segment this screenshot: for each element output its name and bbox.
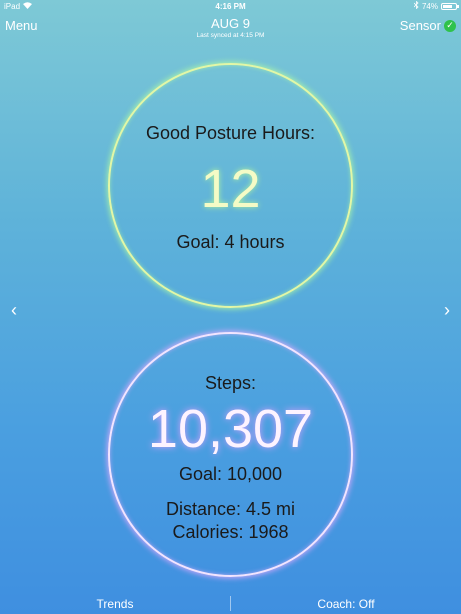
calories-text: Calories: 1968 bbox=[172, 521, 289, 542]
tab-trends[interactable]: Trends bbox=[0, 593, 230, 614]
tab-coach[interactable]: Coach: Off bbox=[231, 593, 461, 614]
steps-circle[interactable]: Steps: 10,307 Goal: 10,000 Distance: 4.5… bbox=[108, 332, 353, 577]
posture-goal: Goal: 4 hours bbox=[176, 231, 285, 252]
steps-goal: Goal: 10,000 bbox=[178, 463, 283, 484]
wifi-icon bbox=[23, 1, 33, 11]
status-bar: iPad 4:16 PM 74% bbox=[0, 0, 461, 12]
device-name: iPad bbox=[4, 1, 21, 11]
steps-value: 10,307 bbox=[147, 398, 314, 459]
nav-bar: Menu AUG 9 Last synced at 4:15 PM Sensor… bbox=[0, 14, 461, 44]
date-title: AUG 9 bbox=[210, 16, 250, 31]
status-time: 4:16 PM bbox=[215, 1, 246, 11]
status-right: 74% bbox=[413, 0, 459, 11]
menu-button[interactable]: Menu bbox=[5, 18, 38, 33]
posture-circle[interactable]: Good Posture Hours: 12 Goal: 4 hours bbox=[108, 63, 353, 308]
battery-percent: 74% bbox=[421, 1, 438, 11]
sensor-label: Sensor bbox=[399, 18, 441, 33]
posture-hours-value: 12 bbox=[200, 158, 261, 219]
check-icon: ✓ bbox=[444, 19, 456, 32]
previous-day-arrow[interactable]: ‹ bbox=[8, 300, 20, 321]
last-synced-text: Last synced at 4:15 PM bbox=[196, 32, 265, 39]
status-left: iPad bbox=[4, 1, 33, 11]
battery-fill bbox=[443, 4, 452, 8]
steps-label: Steps: bbox=[204, 372, 257, 393]
next-day-arrow[interactable]: › bbox=[441, 300, 453, 321]
bluetooth-icon bbox=[413, 0, 419, 11]
battery-icon bbox=[441, 2, 459, 10]
distance-text: Distance: 4.5 mi bbox=[165, 498, 296, 519]
nav-center: AUG 9 Last synced at 4:15 PM bbox=[197, 16, 265, 39]
sensor-button[interactable]: Sensor ✓ bbox=[400, 18, 456, 33]
posture-label: Good Posture Hours: bbox=[145, 122, 316, 143]
tab-bar: Trends Coach: Off bbox=[0, 593, 461, 614]
